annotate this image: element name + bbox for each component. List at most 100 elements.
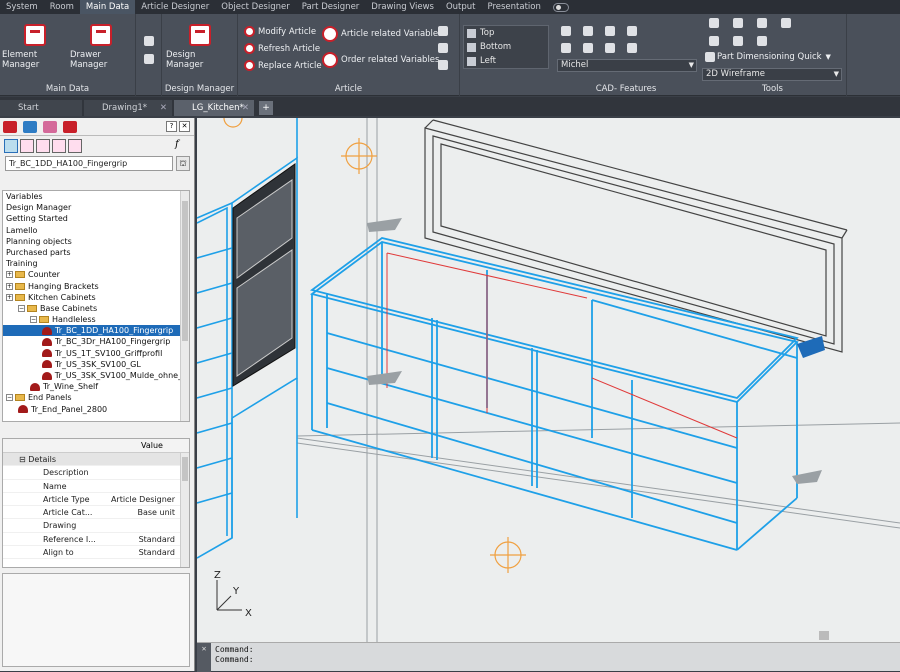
tree-node[interactable]: Tr_End_Panel_2800 <box>3 404 189 415</box>
command-line[interactable]: ✕ Command: Command: <box>197 642 900 672</box>
arc-icon[interactable] <box>561 26 571 36</box>
catalog-tab[interactable] <box>3 120 17 133</box>
tool-icon-3[interactable] <box>757 18 767 28</box>
menu-tab-presentation[interactable]: Presentation <box>481 0 546 14</box>
tree-node[interactable]: Tr_BC_3Dr_HA100_Fingergrip <box>3 336 189 347</box>
parts-tab[interactable] <box>43 120 57 133</box>
tree-node[interactable]: Getting Started <box>3 213 189 224</box>
tree-node[interactable]: Planning objects <box>3 236 189 247</box>
refresh-article-button[interactable]: Refresh Article <box>244 43 320 54</box>
replace-article-button[interactable]: Replace Article <box>244 60 322 71</box>
tree-node[interactable]: + Kitchen Cabinets <box>3 292 189 303</box>
tree-node[interactable]: − Handleless <box>3 314 189 325</box>
menu-tab-main-data[interactable]: Main Data <box>79 0 136 14</box>
chart-icon[interactable] <box>605 43 615 53</box>
menu-tab-object-designer[interactable]: Object Designer <box>215 0 295 14</box>
view-item-left[interactable]: Left <box>464 54 548 68</box>
zoom-icon[interactable] <box>627 43 637 53</box>
line-icon[interactable] <box>605 26 615 36</box>
favorites-tab[interactable] <box>63 120 77 133</box>
font-select[interactable]: Michel ▼ <box>557 59 697 72</box>
property-row[interactable]: Article Cat... Base unit <box>3 506 189 520</box>
view-item-bottom[interactable]: Bottom <box>464 40 548 54</box>
expand-icon[interactable]: + <box>6 293 13 301</box>
globe-tab[interactable] <box>23 120 37 133</box>
tree-node[interactable]: Tr_Wine_Shelf <box>3 381 189 392</box>
drawer-manager-button[interactable]: Drawer Manager <box>70 24 132 70</box>
tree-node[interactable]: Tr_US_3SK_SV100_Mulde_ohne_M <box>3 370 189 381</box>
property-row[interactable]: Article Type Article Designer <box>3 493 189 507</box>
tree-node[interactable]: Tr_BC_1DD_HA100_Fingergrip <box>3 325 189 337</box>
pencil-icon[interactable] <box>583 26 593 36</box>
function-icon[interactable]: f <box>175 139 188 153</box>
property-row[interactable]: Name <box>3 480 189 493</box>
close-icon[interactable]: ✕ <box>242 100 249 116</box>
fill-icon[interactable] <box>583 43 593 53</box>
part-dimensioning-button[interactable]: Part Dimensioning Quick ▼ <box>705 52 831 62</box>
command-close-icon[interactable]: ✕ <box>197 643 211 672</box>
tree-scroll-thumb[interactable] <box>182 201 188 341</box>
menu-tab-drawing-views[interactable]: Drawing Views <box>365 0 440 14</box>
menu-tab-part-designer[interactable]: Part Designer <box>296 0 366 14</box>
text-icon[interactable] <box>561 43 571 53</box>
search-input[interactable]: Tr_BC_1DD_HA100_Fingergrip <box>5 156 173 171</box>
filter-icon[interactable] <box>20 139 34 153</box>
tree-node[interactable]: + Counter <box>3 269 189 280</box>
new-tab-button[interactable]: + <box>259 101 273 115</box>
visual-style-select[interactable]: 2D Wireframe ▼ <box>702 68 842 81</box>
menu-tab-system[interactable]: System <box>0 0 44 14</box>
collapse-icon[interactable]: − <box>6 394 13 402</box>
resize-grip-icon[interactable] <box>819 631 829 640</box>
tool-icon[interactable] <box>144 54 154 64</box>
expand-icon[interactable]: + <box>6 282 13 290</box>
list-icon[interactable] <box>52 139 66 153</box>
tree-node[interactable]: − Base Cabinets <box>3 303 189 314</box>
help-icon[interactable]: ? <box>166 121 177 132</box>
refresh-icon[interactable] <box>68 139 82 153</box>
search-icon[interactable]: ⛫ <box>176 156 190 171</box>
property-category[interactable]: ⊟ Details <box>3 453 189 467</box>
tool-icon-5[interactable] <box>709 36 719 46</box>
expand-icon[interactable]: + <box>6 271 13 279</box>
article-related-variables-button[interactable]: Article related Variables <box>322 26 443 42</box>
tree-node[interactable]: + Hanging Brackets <box>3 281 189 292</box>
property-row[interactable]: Align to Standard <box>3 546 189 560</box>
tree-node[interactable]: Training <box>3 258 189 269</box>
design-manager-button[interactable]: Design Manager <box>166 24 234 70</box>
article-option-icon-2[interactable] <box>438 43 448 53</box>
tree-node[interactable]: Variables <box>3 191 189 202</box>
doc-tab-1[interactable]: Drawing1* ✕ <box>84 100 172 116</box>
menu-tab-article-designer[interactable]: Article Designer <box>135 0 215 14</box>
tree-node[interactable]: Purchased parts <box>3 247 189 258</box>
modify-article-button[interactable]: Modify Article <box>244 26 316 37</box>
tree-node[interactable]: Tr_US_3SK_SV100_GL <box>3 359 189 370</box>
tool-icon-1[interactable] <box>709 18 719 28</box>
collapse-icon[interactable]: − <box>30 316 37 324</box>
tool-icon-7[interactable] <box>757 36 767 46</box>
tool-icon-2[interactable] <box>733 18 743 28</box>
doc-tab-0[interactable]: Start <box>0 100 82 116</box>
tool-icon-6[interactable] <box>733 36 743 46</box>
tree-node[interactable]: − End Panels <box>3 392 189 403</box>
settings-icon[interactable] <box>144 36 154 46</box>
sort-icon[interactable] <box>36 139 50 153</box>
property-row[interactable]: Reference I... Standard <box>3 533 189 547</box>
props-scroll-thumb[interactable] <box>182 457 188 481</box>
article-option-icon-1[interactable] <box>438 26 448 36</box>
property-row[interactable]: Drawing <box>3 519 189 533</box>
close-icon[interactable]: ✕ <box>160 100 167 116</box>
view-list[interactable]: Top Bottom Left <box>463 25 549 69</box>
view-item-top[interactable]: Top <box>464 26 548 40</box>
menu-tab-room[interactable]: Room <box>44 0 80 14</box>
tree-node[interactable]: Design Manager <box>3 202 189 213</box>
tree-node[interactable]: Lamello <box>3 225 189 236</box>
collapse-icon[interactable]: − <box>18 304 25 312</box>
doc-tab-2[interactable]: LG_Kitchen* ✕ <box>174 100 254 116</box>
view-icon[interactable] <box>4 139 18 153</box>
tree-scrollbar[interactable] <box>180 191 189 421</box>
article-option-icon-3[interactable] <box>438 60 448 70</box>
toggle-icon[interactable] <box>552 2 569 12</box>
close-icon[interactable]: ✕ <box>179 121 190 132</box>
menu-tab-output[interactable]: Output <box>440 0 482 14</box>
property-row[interactable]: Description <box>3 466 189 480</box>
